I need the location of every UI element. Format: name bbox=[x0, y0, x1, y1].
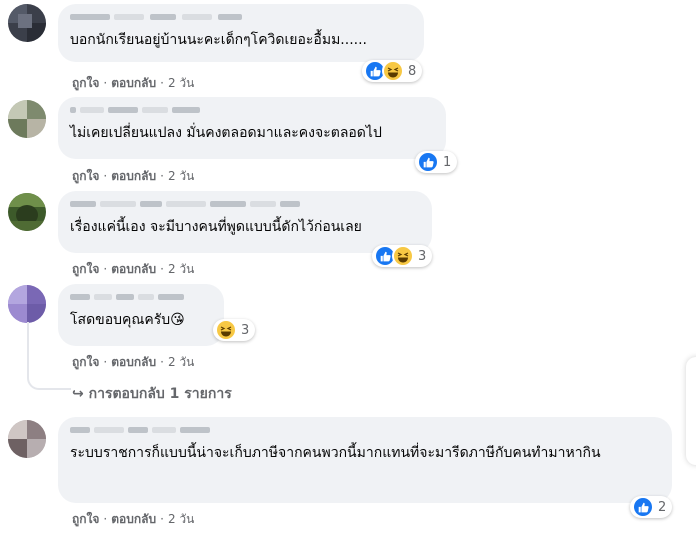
like-link[interactable]: ถูกใจ bbox=[72, 512, 99, 526]
like-icon bbox=[632, 496, 654, 518]
like-link[interactable]: ถูกใจ bbox=[72, 355, 99, 369]
reply-link[interactable]: ตอบกลับ bbox=[111, 76, 156, 90]
reply-link[interactable]: ตอบกลับ bbox=[111, 262, 156, 276]
comment-bubble: เรื่องแค่นี้เอง จะมีบางคนที่พูดแบบนี้ดัก… bbox=[58, 191, 432, 253]
comment-actions: ถูกใจ · ตอบกลับ · 2 วัน bbox=[72, 262, 195, 276]
author-name-blurred[interactable] bbox=[70, 292, 212, 302]
avatar[interactable] bbox=[8, 420, 46, 458]
author-name-blurred[interactable] bbox=[70, 199, 420, 209]
reply-arrow-icon: ↪ bbox=[72, 386, 89, 402]
like-icon bbox=[417, 151, 439, 173]
haha-icon bbox=[215, 319, 237, 341]
comment-bubble: โสดขอบคุณครับ😘 bbox=[58, 284, 224, 346]
comment-text: โสดขอบคุณครับ😘 bbox=[70, 310, 212, 330]
reply-link[interactable]: ตอบกลับ bbox=[111, 169, 156, 183]
reaction-count: 3 bbox=[241, 322, 250, 338]
author-name-blurred[interactable] bbox=[70, 425, 660, 435]
timestamp[interactable]: 2 วัน bbox=[168, 262, 194, 276]
comment-bubble: ระบบราชการก็แบบนี้น่าจะเก็บภาษีจากคนพวกน… bbox=[58, 417, 672, 503]
side-panel-edge bbox=[686, 357, 696, 465]
comment-actions: ถูกใจ · ตอบกลับ · 2 วัน bbox=[72, 355, 195, 369]
comment-actions: ถูกใจ · ตอบกลับ · 2 วัน bbox=[72, 169, 195, 183]
reaction-count: 3 bbox=[418, 248, 427, 264]
comment-text: เรื่องแค่นี้เอง จะมีบางคนที่พูดแบบนี้ดัก… bbox=[70, 219, 362, 235]
comment-text: บอกนักเรียนอยู่บ้านนะคะเด็กๆโควิดเยอะอื้… bbox=[70, 32, 367, 48]
comment-text-body: โสดขอบคุณครับ bbox=[70, 312, 171, 328]
avatar[interactable] bbox=[8, 4, 46, 42]
like-link[interactable]: ถูกใจ bbox=[72, 262, 99, 276]
view-replies-link[interactable]: ↪ การตอบกลับ 1 รายการ bbox=[72, 383, 232, 405]
reaction-count: 1 bbox=[443, 154, 452, 170]
avatar[interactable] bbox=[8, 193, 46, 231]
comment-bubble: บอกนักเรียนอยู่บ้านนะคะเด็กๆโควิดเยอะอื้… bbox=[58, 4, 424, 62]
timestamp[interactable]: 2 วัน bbox=[168, 169, 194, 183]
author-name-blurred[interactable] bbox=[70, 12, 412, 22]
reaction-summary[interactable]: 1 bbox=[415, 151, 458, 173]
thread-connector-line bbox=[27, 322, 71, 390]
comment-actions: ถูกใจ · ตอบกลับ · 2 วัน bbox=[72, 76, 195, 90]
haha-icon bbox=[392, 245, 414, 267]
comment-text: ไม่เคยเปลี่ยนแปลง มั่นคงตลอดมาและคงจะตลอ… bbox=[70, 125, 382, 141]
reaction-count: 8 bbox=[408, 63, 417, 79]
reaction-summary[interactable]: 3 bbox=[372, 245, 433, 267]
like-link[interactable]: ถูกใจ bbox=[72, 169, 99, 183]
timestamp[interactable]: 2 วัน bbox=[168, 512, 194, 526]
replies-label: การตอบกลับ 1 รายการ bbox=[88, 386, 232, 402]
like-link[interactable]: ถูกใจ bbox=[72, 76, 99, 90]
reply-link[interactable]: ตอบกลับ bbox=[111, 512, 156, 526]
reply-link[interactable]: ตอบกลับ bbox=[111, 355, 156, 369]
avatar[interactable] bbox=[8, 100, 46, 138]
comment-bubble: ไม่เคยเปลี่ยนแปลง มั่นคงตลอดมาและคงจะตลอ… bbox=[58, 97, 446, 159]
reaction-summary[interactable]: 3 bbox=[213, 319, 256, 341]
haha-icon bbox=[382, 60, 404, 82]
reaction-count: 2 bbox=[658, 499, 667, 515]
reaction-summary[interactable]: 2 bbox=[630, 496, 673, 518]
avatar[interactable] bbox=[8, 285, 46, 323]
timestamp[interactable]: 2 วัน bbox=[168, 76, 194, 90]
reaction-summary[interactable]: 8 bbox=[362, 60, 423, 82]
kiss-emoji-icon: 😘 bbox=[170, 312, 185, 328]
timestamp[interactable]: 2 วัน bbox=[168, 355, 194, 369]
comment-text: ระบบราชการก็แบบนี้น่าจะเก็บภาษีจากคนพวกน… bbox=[70, 445, 601, 461]
author-name-blurred[interactable] bbox=[70, 105, 434, 115]
comment-actions: ถูกใจ · ตอบกลับ · 2 วัน bbox=[72, 512, 195, 526]
